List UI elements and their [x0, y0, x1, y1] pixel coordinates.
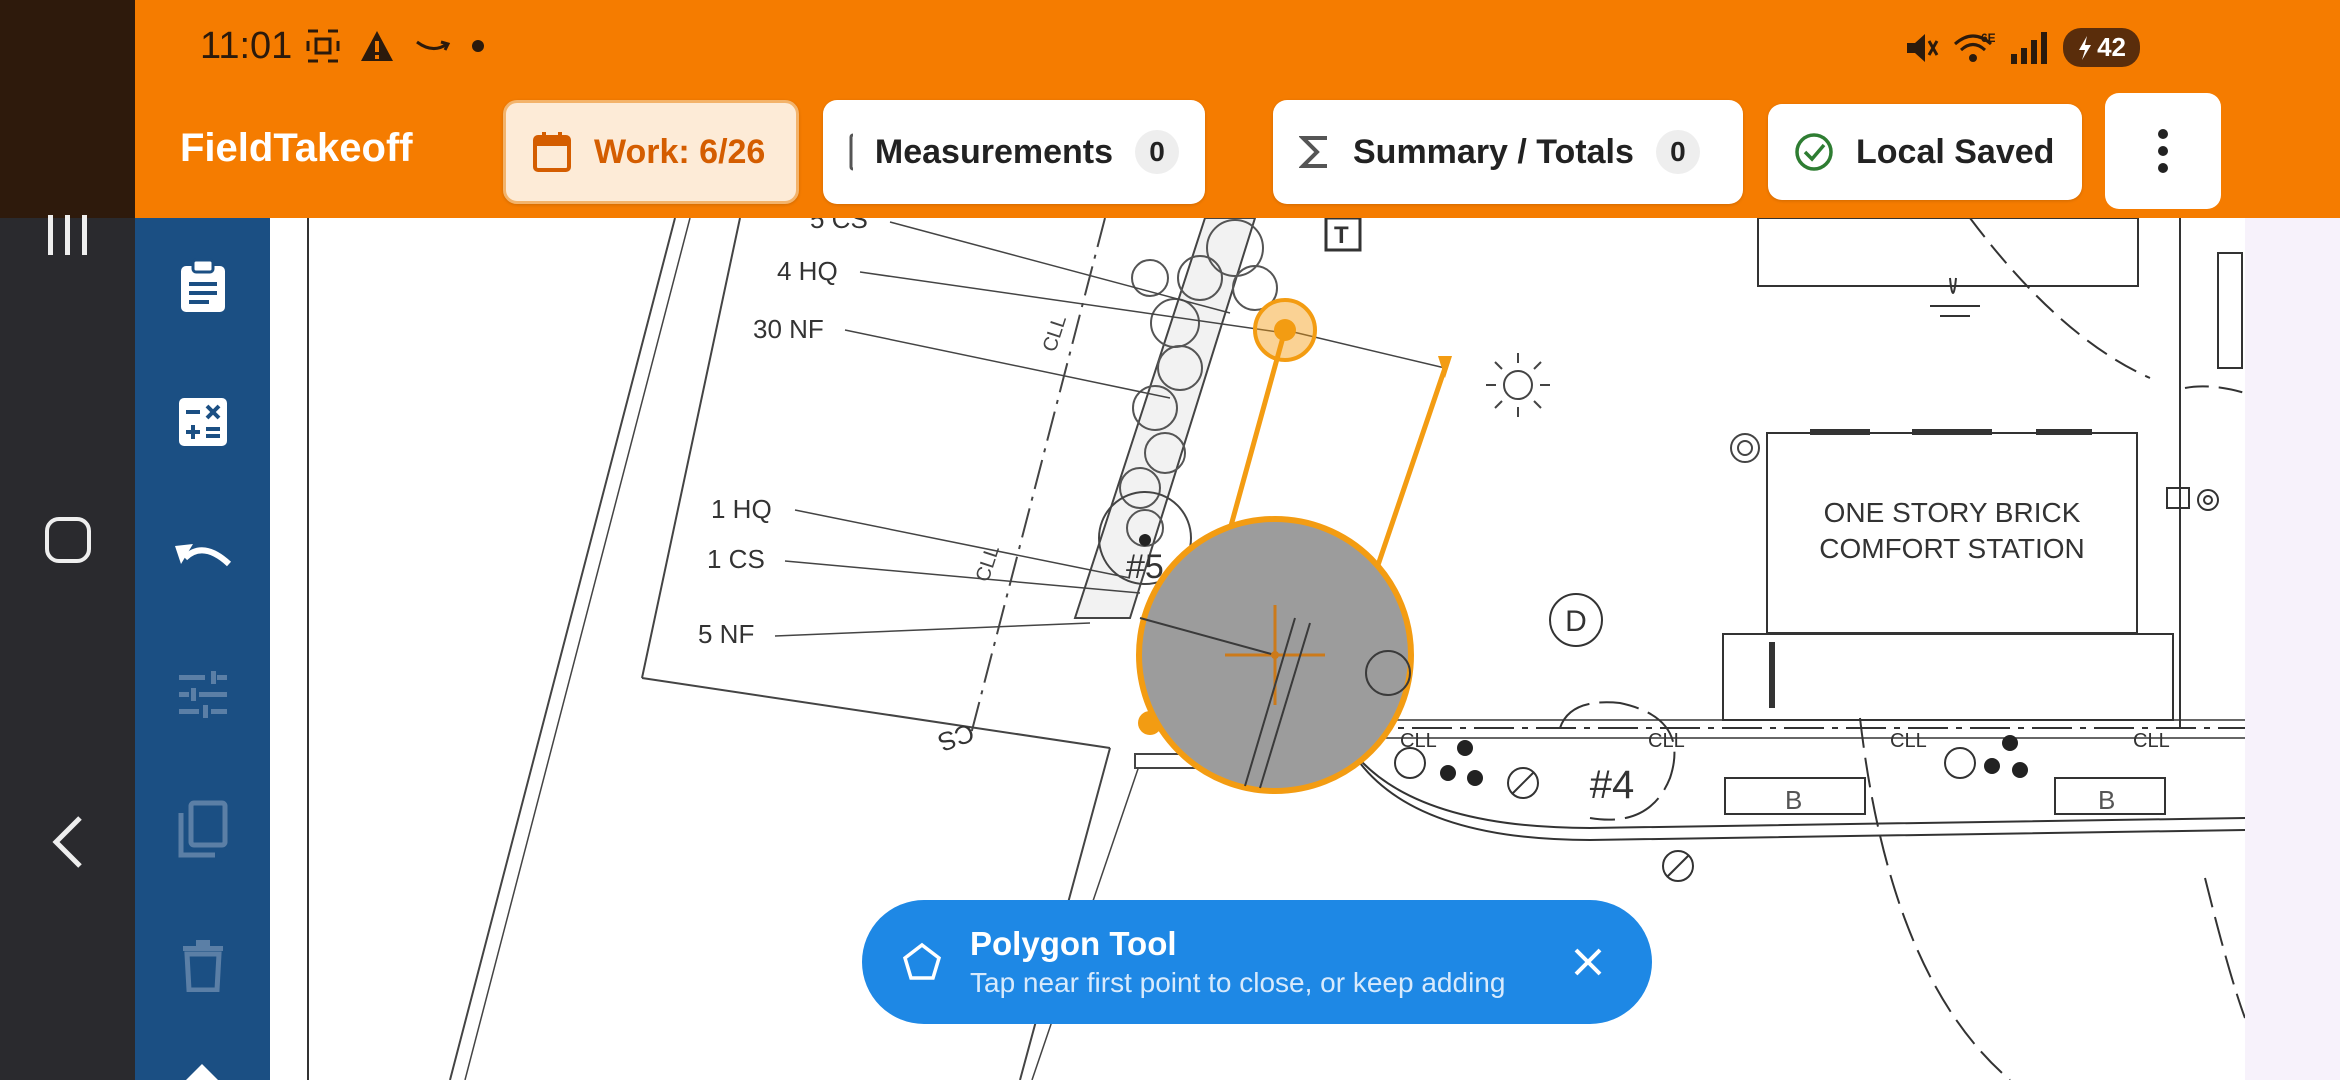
- clipboard-icon: [180, 258, 225, 312]
- check-circle-icon: [1795, 133, 1833, 171]
- marker-b: B: [1785, 785, 1802, 815]
- copy-icon: [178, 800, 227, 858]
- app-title: FieldTakeoff: [180, 126, 413, 170]
- measurements-chip[interactable]: Measurements 0: [823, 100, 1205, 204]
- tune-icon: [178, 671, 227, 718]
- mute-icon: [1907, 33, 1939, 62]
- summary-chip-label: Summary / Totals: [1353, 132, 1634, 171]
- recent-apps-icon: [47, 215, 87, 255]
- back-icon: [51, 816, 82, 868]
- callout-1cs: 1 CS: [707, 544, 765, 574]
- toast-title: Polygon Tool: [970, 925, 1177, 962]
- clipboard-tool-button[interactable]: [135, 236, 270, 336]
- cll-label: CLL: [1890, 730, 1927, 752]
- status-bar-corner: [0, 0, 135, 218]
- measurements-chip-label: Measurements: [874, 132, 1113, 171]
- polygon-tool-toast: Polygon Tool Tap near first point to clo…: [862, 900, 1652, 1024]
- home-button[interactable]: [0, 495, 135, 585]
- undo-tool-button[interactable]: [135, 508, 270, 608]
- pentagon-icon: [902, 942, 942, 980]
- building-label-line2: COMFORT STATION: [1819, 533, 2084, 564]
- back-button[interactable]: [0, 797, 135, 887]
- toast-close-button[interactable]: [1564, 938, 1612, 986]
- marker-b: B: [2098, 785, 2115, 815]
- right-edge-panel: [2245, 218, 2340, 1080]
- summary-totals-chip[interactable]: Summary / Totals 0: [1273, 100, 1743, 204]
- status-time: 11:01: [200, 25, 293, 67]
- work-chip[interactable]: Work: 6/26: [503, 100, 799, 204]
- more-options-button[interactable]: [2105, 93, 2221, 209]
- home-icon: [44, 517, 91, 563]
- local-saved-chip[interactable]: Local Saved: [1768, 104, 2082, 200]
- calendar-icon: [533, 132, 571, 172]
- battery-level: 42: [2097, 32, 2126, 62]
- summary-count-badge: 0: [1655, 130, 1700, 174]
- callout-30nf: 30 NF: [753, 314, 824, 344]
- marker-t: T: [1334, 222, 1349, 249]
- work-chip-label: Work: 6/26: [594, 132, 766, 171]
- building-label-line1: ONE STORY BRICK: [1824, 497, 2081, 528]
- marker-d: D: [1565, 605, 1587, 638]
- status-icons-right: 6E 42: [1903, 28, 2140, 67]
- chevron-up-icon[interactable]: [182, 1058, 222, 1080]
- cll-label: CLL: [1039, 313, 1071, 355]
- tool-sidebar: [135, 218, 270, 1080]
- marker-4: #4: [1590, 763, 1635, 807]
- calculator-tool-button[interactable]: [135, 372, 270, 472]
- callout-1hq: 1 HQ: [711, 494, 772, 524]
- warning-icon: [361, 31, 393, 61]
- calculator-icon: [178, 398, 227, 446]
- network-type-label: 6E: [1981, 31, 1995, 45]
- close-icon: [1574, 948, 1602, 976]
- sigma-icon: [1299, 136, 1327, 168]
- status-icons-left: [305, 28, 485, 64]
- undo-icon: [174, 544, 231, 567]
- charging-icon: [2079, 35, 2092, 60]
- app-header: 11:01 6E 42 FieldTakeoff Work: 6/26 Meas…: [135, 0, 2340, 218]
- amazon-icon: [416, 40, 451, 51]
- delete-tool-button[interactable]: [135, 916, 270, 1016]
- more-vert-icon: [2158, 129, 2168, 173]
- cll-label: CLL: [2133, 730, 2170, 752]
- callout-5nf: 5 NF: [698, 619, 754, 649]
- battery-indicator: 42: [2063, 28, 2140, 67]
- system-nav-rail: [0, 0, 135, 1080]
- measurements-count-badge: 0: [1135, 130, 1179, 174]
- screenshot-icon: [306, 29, 340, 63]
- wifi-icon: 6E: [1954, 31, 1995, 62]
- copy-tool-button[interactable]: [135, 780, 270, 880]
- toast-subtitle: Tap near first point to close, or keep a…: [970, 967, 1506, 998]
- notification-dot-icon: [472, 40, 484, 52]
- callout-4hq: 4 HQ: [777, 256, 838, 286]
- callout-5cs: 5 CS: [810, 218, 868, 234]
- signal-icon: [2011, 31, 2048, 64]
- local-saved-label: Local Saved: [1856, 132, 2055, 171]
- list-icon: [849, 133, 853, 171]
- tune-tool-button[interactable]: [135, 644, 270, 744]
- delete-icon: [182, 940, 223, 992]
- cll-label: CLL: [1648, 730, 1685, 752]
- recent-apps-button[interactable]: [0, 190, 135, 280]
